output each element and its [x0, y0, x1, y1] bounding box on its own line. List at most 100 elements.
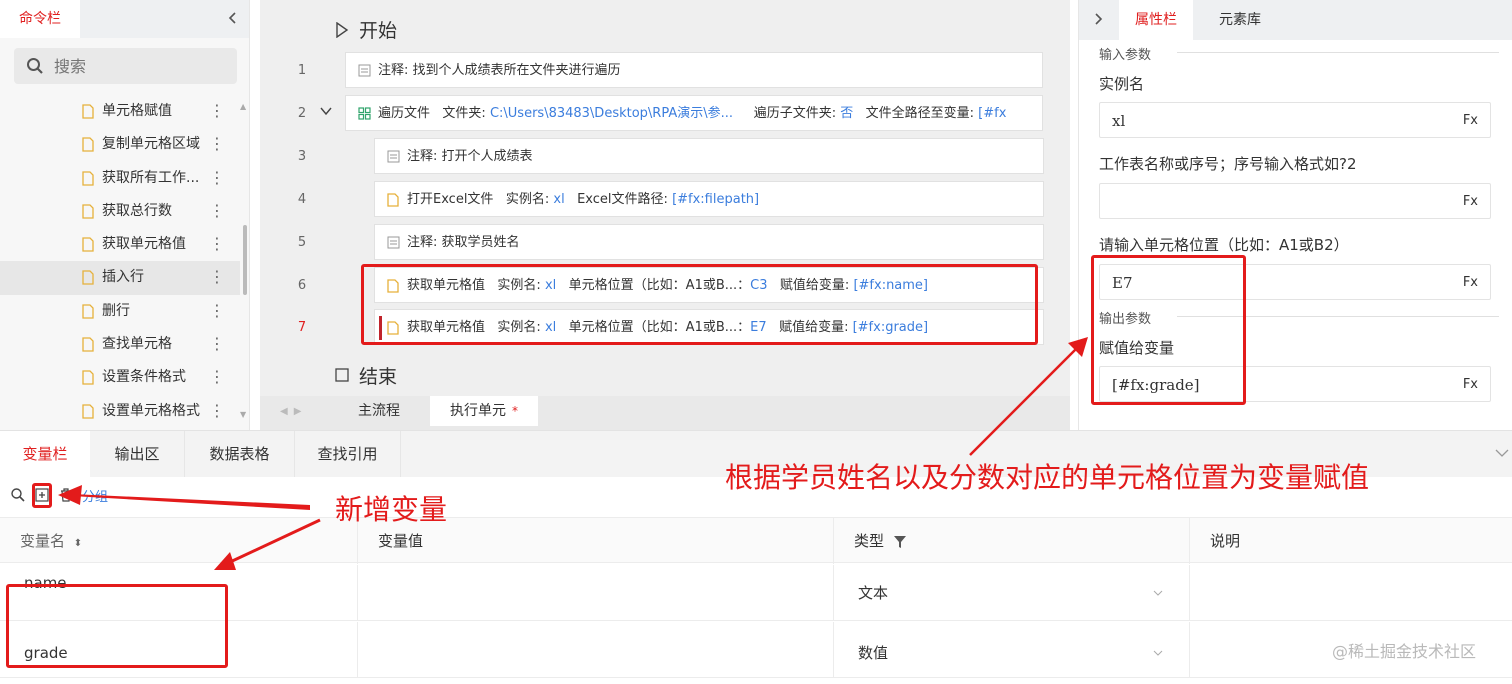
flow-step-2[interactable]: 遍历文件 文件夹: C:\Users\83483\Desktop\RPA演示\参… — [345, 95, 1043, 131]
more-vertical-icon[interactable]: ⋮ — [209, 202, 225, 221]
loop-icon — [358, 107, 371, 120]
tab-command-bar[interactable]: 命令栏 — [0, 0, 80, 38]
step-comment-text: 找到个人成绩表所在文件夹进行遍历 — [412, 63, 621, 78]
tab-element-library[interactable]: 元素库 — [1203, 0, 1277, 40]
fx-button[interactable]: Fx — [1463, 265, 1478, 301]
file-icon — [82, 370, 94, 386]
fx-button[interactable]: Fx — [1463, 184, 1478, 220]
more-vertical-icon[interactable]: ⋮ — [209, 269, 225, 287]
field-label: 工作表名称或序号；序号输入格式如?2 — [1099, 155, 1357, 173]
line-number: 3 — [297, 149, 307, 164]
collapse-panel-icon[interactable] — [1494, 447, 1510, 459]
command-item[interactable]: 设置条件格式 ⋮ — [0, 361, 240, 394]
param-value: [#fx:filepath] — [672, 192, 760, 207]
more-vertical-icon[interactable]: ⋮ — [209, 402, 225, 421]
command-item[interactable]: 设置单元格格式 ⋮ — [0, 395, 240, 428]
step-name: 遍历文件 — [378, 106, 431, 121]
column-header-label: 变量名 — [20, 532, 66, 550]
command-item-label: 复制单元格区域 — [102, 136, 200, 153]
cell-type-select[interactable]: 数值 — [834, 622, 1190, 678]
filter-icon[interactable] — [893, 535, 907, 549]
dropdown-chevron-icon[interactable] — [1153, 588, 1163, 598]
cell-value[interactable] — [358, 622, 834, 678]
command-search-box[interactable] — [14, 48, 237, 84]
file-icon — [82, 104, 94, 119]
expand-right-icon[interactable] — [1091, 10, 1107, 28]
tab-main-flow[interactable]: 主流程 — [340, 396, 418, 426]
line-number: 2 — [297, 106, 307, 121]
command-item[interactable]: 获取总行数 ⋮ — [0, 195, 240, 228]
search-icon[interactable] — [10, 487, 26, 503]
flow-step-4[interactable]: 打开Excel文件 实例名: xl Excel文件路径: [#fx:filepa… — [374, 181, 1044, 217]
group-button[interactable]: 分组 — [82, 486, 108, 505]
command-item[interactable]: 插入行 ⋮ — [0, 261, 240, 295]
command-list-scroll-thumb[interactable] — [243, 225, 247, 295]
file-icon — [82, 237, 94, 252]
field-value: xl — [1112, 112, 1126, 130]
column-header-label: 类型 — [854, 532, 885, 550]
tab-find-reference[interactable]: 查找引用 — [295, 431, 401, 477]
command-item-label: 单元格赋值 — [102, 103, 172, 119]
more-vertical-icon[interactable]: ⋮ — [209, 302, 225, 321]
command-item[interactable]: 复制单元格区域 ⋮ — [0, 128, 240, 161]
more-vertical-icon[interactable]: ⋮ — [209, 136, 225, 154]
tab-exec-unit[interactable]: 执行单元 * — [430, 396, 538, 426]
flow-canvas: 开始 1 注释: 找到个人成绩表所在文件夹进行遍历 2 遍历文件 文件夹: C:… — [260, 0, 1070, 430]
step-name: 注释: — [407, 149, 438, 164]
more-vertical-icon[interactable]: ⋮ — [209, 169, 225, 188]
file-icon — [82, 137, 94, 152]
more-vertical-icon[interactable]: ⋮ — [209, 103, 225, 121]
command-item[interactable]: 获取单元格值 ⋮ — [0, 228, 240, 261]
fx-button[interactable]: Fx — [1463, 367, 1478, 403]
scroll-up-icon[interactable]: ▲ — [240, 102, 246, 111]
cell-type-select[interactable]: 文本 — [834, 565, 1190, 621]
tab-variables[interactable]: 变量栏 — [0, 431, 90, 477]
step-name: 注释: — [378, 63, 409, 78]
tab-output[interactable]: 输出区 — [90, 431, 185, 477]
command-item[interactable]: 获取所有工作... ⋮ — [0, 162, 240, 195]
step-name: 注释: — [407, 235, 438, 250]
tab-scroll-arrows-icon[interactable]: ◀▶ — [280, 406, 307, 417]
param-value: C:\Users\83483\Desktop\RPA演示\参... — [489, 106, 734, 121]
collapse-left-icon[interactable] — [224, 9, 242, 27]
dropdown-chevron-icon[interactable] — [1153, 648, 1163, 658]
command-item[interactable]: 单元格赋值 ⋮ — [0, 95, 240, 128]
flow-step-1[interactable]: 注释: 找到个人成绩表所在文件夹进行遍历 — [345, 52, 1043, 88]
tab-exec-unit-label: 执行单元 — [450, 403, 506, 419]
fx-button[interactable]: Fx — [1463, 103, 1478, 139]
flow-step-5[interactable]: 注释: 获取学员姓名 — [374, 224, 1044, 260]
scroll-down-icon[interactable]: ▼ — [240, 410, 246, 419]
column-header-desc: 说明 — [1210, 532, 1241, 550]
flow-step-3[interactable]: 注释: 打开个人成绩表 — [374, 138, 1044, 174]
fold-chevron-icon[interactable] — [320, 106, 332, 116]
command-item[interactable]: 查找单元格 ⋮ — [0, 328, 240, 361]
stop-icon — [335, 368, 349, 382]
command-item[interactable]: 删行 ⋮ — [0, 295, 240, 328]
modified-marker: * — [512, 404, 518, 418]
flow-tabs-bar: ◀▶ 主流程 执行单元 * — [260, 396, 1070, 430]
more-vertical-icon[interactable]: ⋮ — [209, 336, 225, 354]
annotation-add-var: 新增变量 — [335, 493, 448, 526]
command-list: 单元格赋值 ⋮ 复制单元格区域 ⋮ 获取所有工作... ⋮ 获取总行数 ⋮ 获取单元格值 ⋮ 插入行… — [0, 95, 240, 428]
command-search-input[interactable] — [54, 48, 229, 84]
more-vertical-icon[interactable]: ⋮ — [209, 369, 225, 387]
cell-desc[interactable] — [1190, 565, 1512, 621]
tab-data-table[interactable]: 数据表格 — [185, 431, 295, 477]
properties-tabbar: 属性栏 元素库 — [1079, 0, 1512, 40]
line-number: 4 — [297, 192, 307, 207]
sort-icon[interactable]: ⬍ — [74, 538, 82, 549]
annotation-main: 根据学员姓名以及分数对应的单元格位置为变量赋值 — [725, 461, 1370, 494]
section-divider — [1177, 52, 1499, 53]
field-label: 请输入单元格位置（比如：A1或B2） — [1099, 236, 1349, 254]
column-header-type[interactable]: 类型 — [834, 518, 1190, 564]
more-vertical-icon[interactable]: ⋮ — [209, 236, 225, 254]
cell-value[interactable] — [358, 565, 834, 621]
command-item-label: 获取总行数 — [102, 202, 172, 219]
tab-properties[interactable]: 属性栏 — [1119, 0, 1193, 40]
field-label: 实例名 — [1099, 75, 1145, 93]
sheet-name-field[interactable]: Fx — [1099, 183, 1491, 219]
delete-icon[interactable] — [58, 487, 74, 503]
column-header-name[interactable]: 变量名 ⬍ — [0, 518, 358, 564]
command-item-label: 删行 — [102, 302, 130, 319]
instance-name-field[interactable]: xl Fx — [1099, 102, 1491, 138]
